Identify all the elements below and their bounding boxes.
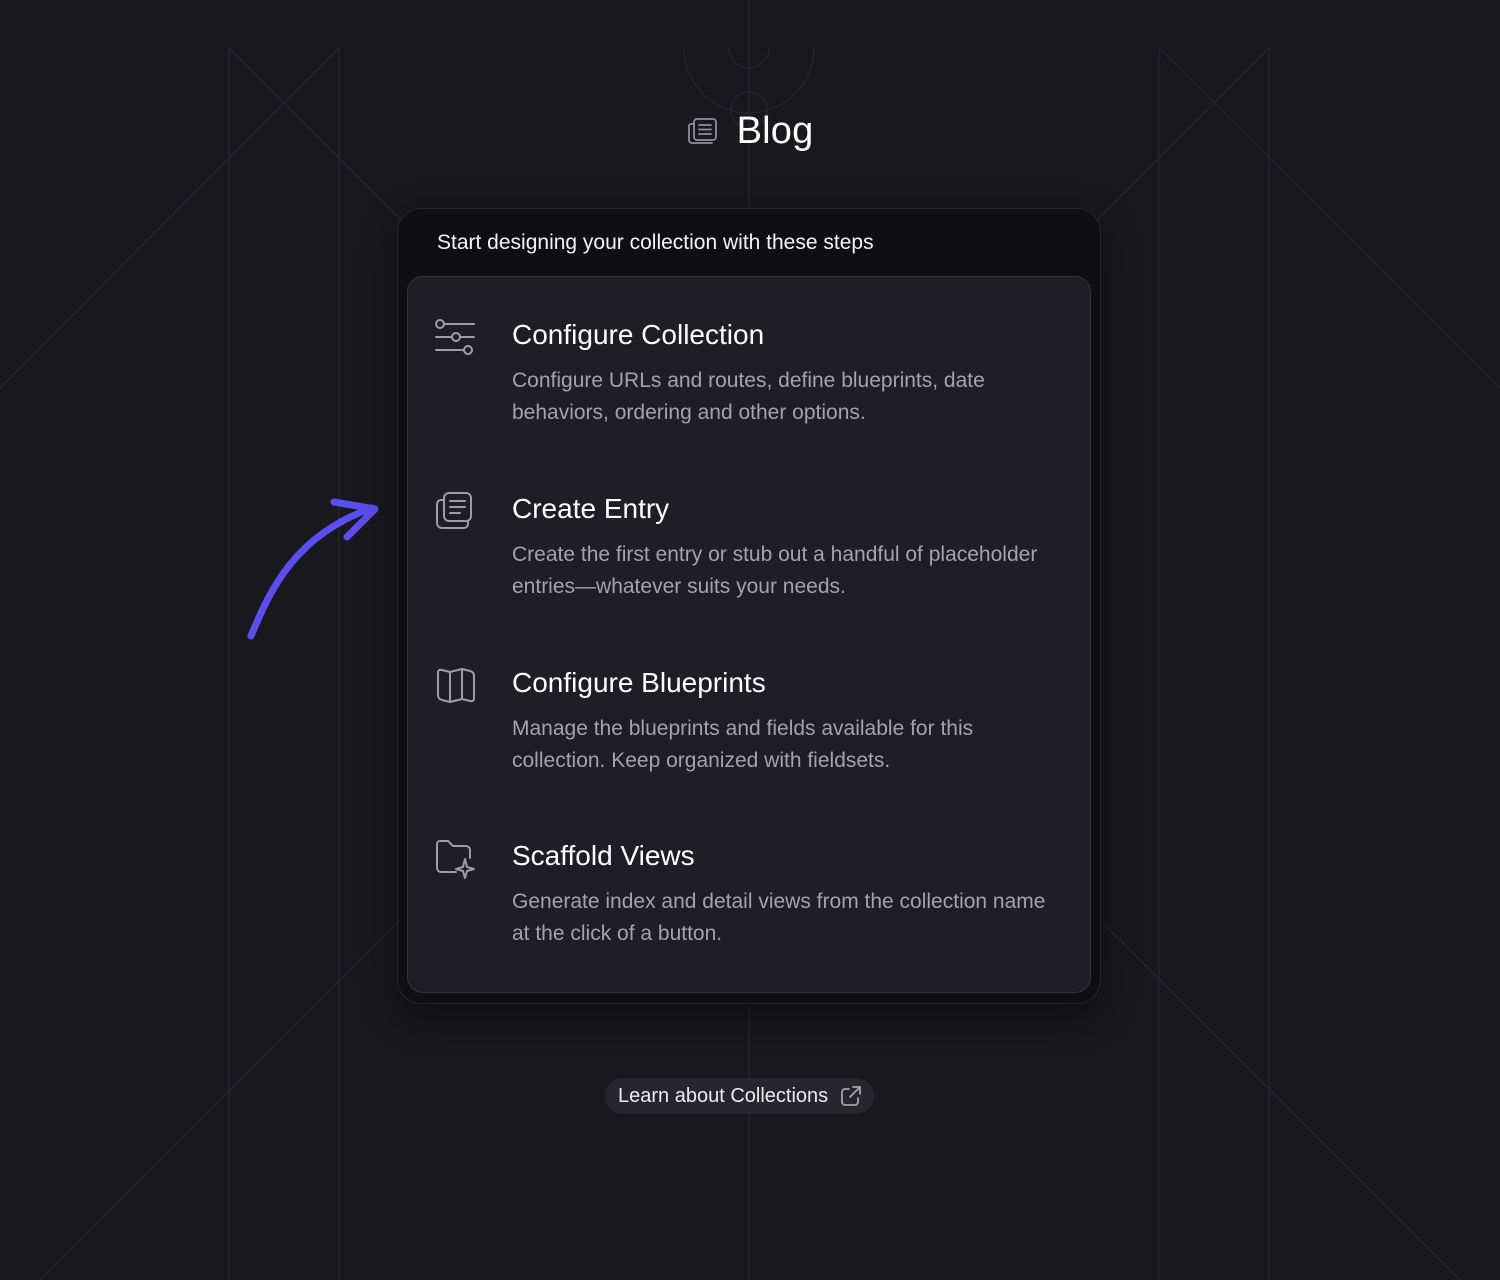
step-title: Create Entry bbox=[512, 493, 670, 524]
step-description: Configure URLs and routes, define bluepr… bbox=[512, 369, 985, 424]
page: Blog Start designing your collection wit… bbox=[0, 0, 1500, 1280]
steps-list: Configure Collection Configure URLs and … bbox=[407, 276, 1091, 993]
step-description: Manage the blueprints and fields availab… bbox=[512, 717, 974, 772]
entries-icon bbox=[434, 491, 478, 535]
page-title: Blog bbox=[736, 109, 814, 152]
steps-card: Start designing your collection with the… bbox=[397, 208, 1101, 1004]
step-title: Configure Blueprints bbox=[512, 667, 766, 698]
external-link-icon bbox=[840, 1085, 862, 1107]
step-scaffold-views[interactable]: Scaffold Views Generate index and detail… bbox=[408, 838, 1090, 988]
step-configure-blueprints[interactable]: Configure Blueprints Manage the blueprin… bbox=[408, 665, 1090, 815]
link-label: Learn about Collections bbox=[618, 1084, 829, 1107]
step-title: Configure Collection bbox=[512, 319, 765, 350]
step-title: Scaffold Views bbox=[512, 840, 695, 871]
blueprint-map-icon bbox=[434, 665, 478, 709]
page-header: Blog bbox=[0, 104, 1500, 158]
pointer-arrow-icon bbox=[247, 498, 379, 640]
sliders-icon bbox=[434, 317, 478, 361]
learn-about-collections-link[interactable]: Learn about Collections bbox=[605, 1078, 875, 1114]
card-heading: Start designing your collection with the… bbox=[437, 231, 874, 254]
step-configure-collection[interactable]: Configure Collection Configure URLs and … bbox=[408, 317, 1090, 467]
step-description: Create the first entry or stub out a han… bbox=[512, 543, 1038, 598]
collection-icon bbox=[687, 116, 719, 146]
folder-sparkle-icon bbox=[434, 838, 478, 882]
step-create-entry[interactable]: Create Entry Create the first entry or s… bbox=[408, 491, 1090, 641]
step-description: Generate index and detail views from the… bbox=[512, 890, 1046, 945]
